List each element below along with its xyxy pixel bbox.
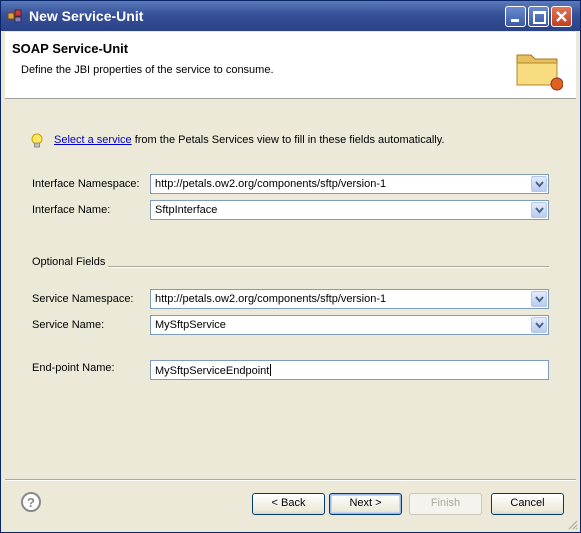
cancel-button[interactable]: Cancel — [491, 493, 564, 515]
button-bar-separator — [5, 479, 576, 481]
help-button[interactable]: ? — [21, 492, 41, 512]
interface-name-value: SftpInterface — [155, 204, 218, 216]
endpoint-name-input[interactable]: MySftpServiceEndpoint — [150, 360, 549, 380]
interface-namespace-value: http://petals.ow2.org/components/sftp/ve… — [155, 178, 387, 190]
service-name-label: Service Name: — [32, 319, 105, 331]
title-bar[interactable]: New Service-Unit — [1, 1, 580, 31]
minimize-button[interactable] — [505, 6, 526, 27]
optional-fields-header: Optional Fields — [32, 256, 106, 268]
back-button[interactable]: < Back — [252, 493, 325, 515]
chevron-down-icon — [535, 322, 544, 329]
optional-fields-separator — [108, 266, 549, 268]
chevron-down-icon — [535, 181, 544, 188]
endpoint-name-text: MySftpServiceEndpoint — [155, 365, 270, 377]
service-namespace-combo[interactable]: http://petals.ow2.org/components/sftp/ve… — [150, 289, 549, 309]
service-namespace-value: http://petals.ow2.org/components/sftp/ve… — [155, 293, 387, 305]
hint-text: Select a service from the Petals Service… — [54, 134, 444, 146]
interface-namespace-label: Interface Namespace: — [32, 178, 140, 190]
app-icon — [7, 9, 22, 23]
finish-button[interactable]: Finish — [409, 493, 482, 515]
close-button[interactable] — [551, 6, 572, 27]
new-service-unit-dialog: New Service-Unit SOAP Service-Unit Defin… — [0, 0, 581, 533]
page-title: SOAP Service-Unit — [12, 41, 129, 56]
lightbulb-icon — [31, 133, 43, 148]
interface-name-combo[interactable]: SftpInterface — [150, 200, 549, 220]
service-name-combo[interactable]: MySftpService — [150, 315, 549, 335]
interface-namespace-dropdown[interactable] — [531, 176, 547, 192]
folder-icon — [516, 54, 563, 91]
service-namespace-label: Service Namespace: — [32, 293, 134, 305]
interface-namespace-combo[interactable]: http://petals.ow2.org/components/sftp/ve… — [150, 174, 549, 194]
close-icon — [556, 11, 567, 22]
maximize-button[interactable] — [528, 6, 549, 27]
select-service-link[interactable]: Select a service — [54, 134, 132, 146]
interface-name-label: Interface Name: — [32, 204, 111, 216]
page-description: Define the JBI properties of the service… — [21, 64, 274, 76]
hint-rest-text: from the Petals Services view to fill in… — [131, 134, 445, 146]
text-caret — [270, 364, 272, 376]
service-name-dropdown[interactable] — [531, 317, 547, 333]
interface-name-dropdown[interactable] — [531, 202, 547, 218]
wizard-header: SOAP Service-Unit Define the JBI propert… — [5, 32, 576, 99]
resize-grip-icon[interactable] — [566, 518, 578, 530]
next-button[interactable]: Next > — [329, 493, 402, 515]
service-name-value: MySftpService — [155, 319, 226, 331]
chevron-down-icon — [535, 207, 544, 214]
chevron-down-icon — [535, 296, 544, 303]
endpoint-name-label: End-point Name: — [32, 362, 115, 374]
service-namespace-dropdown[interactable] — [531, 291, 547, 307]
window-title: New Service-Unit — [29, 8, 144, 24]
endpoint-name-value: MySftpServiceEndpoint — [155, 364, 272, 377]
